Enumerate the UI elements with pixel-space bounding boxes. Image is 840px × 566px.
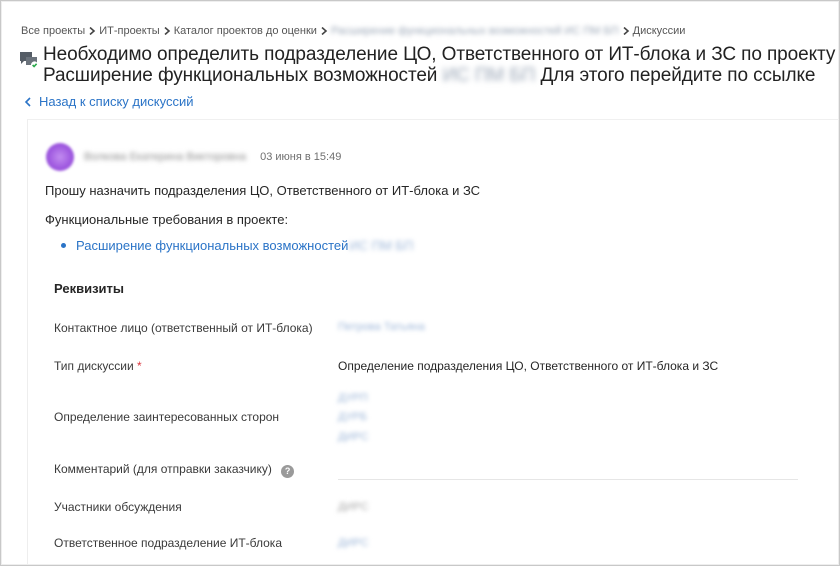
participants-label: Участники обсуждения <box>54 500 182 514</box>
breadcrumb-all-projects[interactable]: Все проекты <box>21 25 85 37</box>
discussion-type-label: Тип дискуссии * <box>54 359 142 373</box>
stakeholder-link[interactable]: ДИРС <box>338 431 369 443</box>
bullet-icon <box>61 243 66 248</box>
page-title-line2-a: Расширение функциональных возможностей <box>43 65 438 86</box>
breadcrumb-it-projects[interactable]: ИТ-проекты <box>99 25 159 37</box>
breadcrumb-project[interactable]: Расширение функциональных возможностей И… <box>331 25 619 37</box>
breadcrumb: Все проекты ИТ-проекты Каталог проектов … <box>21 23 685 39</box>
participants-value: ДИРС <box>338 501 369 513</box>
discussion-type-label-text: Тип дискуссии <box>54 359 134 373</box>
contact-value[interactable]: Петрова Татьяна <box>338 321 425 333</box>
stakeholder-link[interactable]: ДУРБ <box>338 411 367 423</box>
message-author-row: Волкова Екатерина Викторовна 03 июня в 1… <box>46 142 341 172</box>
message-date: 03 июня в 15:49 <box>260 151 342 163</box>
stakeholders-label: Определение заинтересованных сторон <box>54 410 280 424</box>
page-title-line2: Расширение функциональных возможностей И… <box>43 65 835 86</box>
comment-label: Комментарий (для отправки заказчику) ? <box>54 462 295 478</box>
comment-input[interactable] <box>338 479 798 480</box>
stakeholder-link[interactable]: ДУРП <box>338 392 368 404</box>
breadcrumb-catalog[interactable]: Каталог проектов до оценки <box>174 25 317 37</box>
back-to-discussions-link[interactable]: Назад к списку дискуссий <box>23 94 193 109</box>
window-frame: Все проекты ИТ-проекты Каталог проектов … <box>0 0 840 566</box>
help-icon[interactable]: ? <box>281 465 295 478</box>
discussion-type-value: Определение подразделения ЦО, Ответствен… <box>338 359 719 373</box>
required-marker: * <box>137 359 142 373</box>
page-title-line1: Необходимо определить подразделение ЦО, … <box>43 44 836 65</box>
back-link-label: Назад к списку дискуссий <box>39 94 194 109</box>
page-title-line2-b: Для этого перейдите по ссылке <box>540 65 816 86</box>
responsible-value[interactable]: ДИРС <box>338 537 369 549</box>
chevron-right-icon <box>619 25 633 37</box>
message-text-2: Функциональные требования в проекте: <box>45 212 289 227</box>
chevron-right-icon <box>160 25 174 37</box>
requirement-link-label: Расширение функциональных возможностей <box>76 238 349 253</box>
requisites-title: Реквизиты <box>54 281 124 296</box>
breadcrumb-discussions: Дискуссии <box>632 25 686 37</box>
author-name[interactable]: Волкова Екатерина Викторовна <box>84 151 246 163</box>
message-text-1: Прошу назначить подразделения ЦО, Ответс… <box>45 183 481 198</box>
discussion-icon <box>19 50 39 70</box>
avatar[interactable] <box>46 143 74 171</box>
chevron-right-icon <box>85 25 99 37</box>
page-title: Необходимо определить подразделение ЦО, … <box>43 44 835 86</box>
contact-label: Контактное лицо (ответственный от ИТ-бло… <box>54 321 313 335</box>
requirement-link[interactable]: Расширение функциональных возможностей И… <box>61 238 413 253</box>
responsible-label: Ответственное подразделение ИТ-блока <box>54 536 282 550</box>
chevron-left-icon <box>24 96 31 107</box>
chevron-right-icon <box>317 25 331 37</box>
requirement-link-blurred: ИС ПМ БП <box>349 238 414 253</box>
page-title-line2-blurred: ИС ПМ БП <box>442 65 536 86</box>
comment-label-text: Комментарий (для отправки заказчику) <box>54 462 272 476</box>
